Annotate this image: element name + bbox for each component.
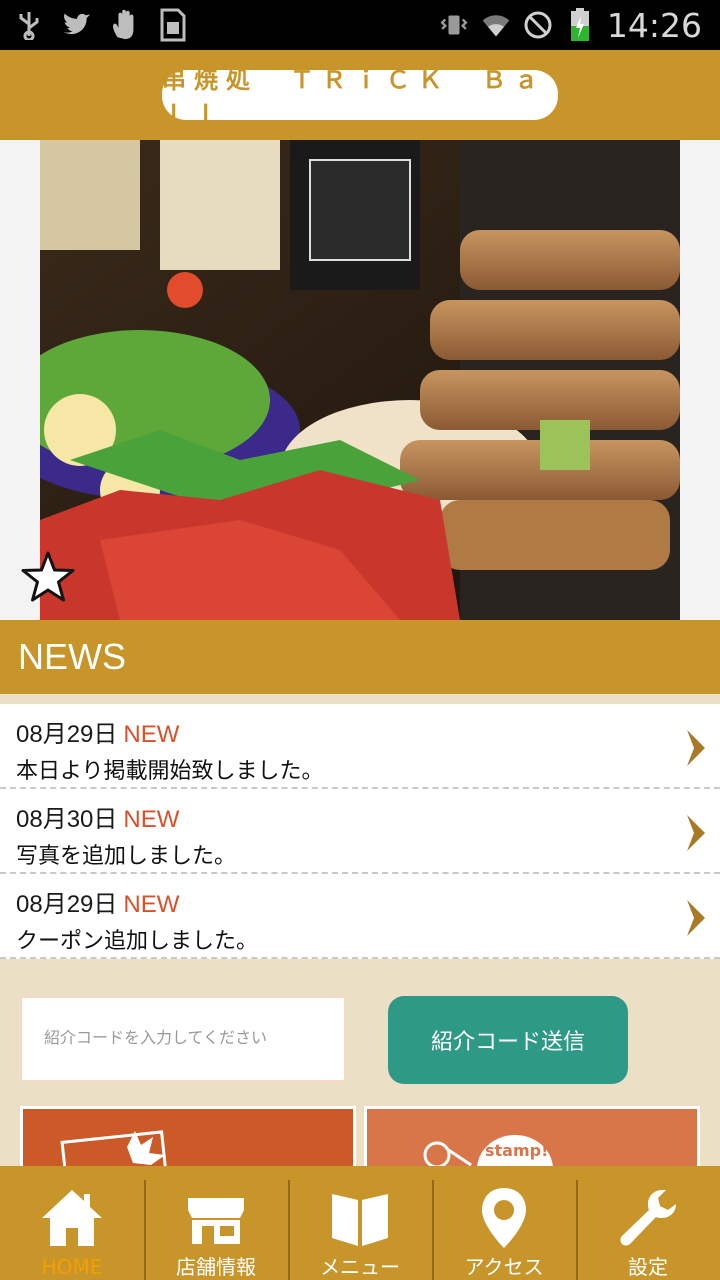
dnd-icon	[523, 10, 553, 40]
news-text: 本日より掲載開始致しました。	[16, 759, 324, 784]
chevron-right-icon	[687, 900, 705, 936]
news-item[interactable]: 08月29日 NEW クーポン追加しました。	[0, 874, 720, 959]
usb-icon	[14, 10, 44, 40]
chevron-right-icon	[687, 730, 705, 766]
nav-access[interactable]: アクセス	[432, 1166, 576, 1280]
nav-settings[interactable]: 設定	[576, 1166, 720, 1280]
new-badge: NEW	[123, 721, 180, 748]
news-date: 08月30日	[16, 806, 118, 833]
shop-title: 串焼処 ＴＲｉＣＫ Ｂａｌｌ	[162, 66, 546, 129]
shop-icon	[188, 1198, 244, 1244]
hand-icon	[110, 9, 140, 40]
vibrate-icon	[439, 10, 469, 40]
clock: 14:26	[606, 5, 702, 45]
new-badge: NEW	[123, 806, 180, 833]
home-icon	[42, 1190, 102, 1246]
news-text: 写真を追加しました。	[16, 844, 237, 869]
send-referral-button[interactable]: 紹介コード送信	[388, 996, 628, 1084]
nav-menu[interactable]: メニュー	[288, 1166, 432, 1280]
news-list: 08月29日 NEW 本日より掲載開始致しました。 08月30日 NEW 写真を追加…	[0, 704, 720, 959]
star-icon[interactable]	[20, 550, 76, 606]
news-item[interactable]: 08月30日 NEW 写真を追加しました。	[0, 789, 720, 874]
hero-image[interactable]	[40, 140, 680, 620]
battery-charging-icon	[565, 8, 595, 41]
nav-shop-info[interactable]: 店舗情報	[144, 1166, 288, 1280]
news-date: 08月29日	[16, 721, 118, 748]
news-date: 08月29日	[16, 891, 118, 918]
sim-icon	[158, 8, 188, 42]
news-heading: NEWS	[0, 620, 720, 694]
news-text: クーポン追加しました。	[16, 929, 259, 954]
nav-menu-label: メニュー	[320, 1255, 400, 1279]
new-badge: NEW	[123, 891, 180, 918]
hero-side-left	[0, 140, 40, 620]
status-bar: 14:26	[0, 0, 720, 50]
nav-home-label: HOME	[41, 1255, 103, 1279]
bottom-nav: HOME 店舗情報 メニュー アクセス 設定	[0, 1166, 720, 1280]
chevron-right-icon	[687, 815, 705, 851]
nav-shop-info-label: 店舗情報	[176, 1255, 256, 1279]
wrench-icon	[620, 1190, 676, 1246]
hero-side-right	[680, 140, 720, 620]
wifi-icon	[481, 10, 511, 40]
location-pin-icon	[482, 1188, 526, 1248]
app-header: 串焼処 ＴＲｉＣＫ Ｂａｌｌ	[0, 50, 720, 140]
news-item[interactable]: 08月29日 NEW 本日より掲載開始致しました。	[0, 704, 720, 789]
book-icon	[332, 1194, 388, 1246]
nav-home[interactable]: HOME	[0, 1166, 144, 1280]
referral-code-input[interactable]: 紹介コードを入力してください	[20, 996, 346, 1082]
twitter-icon	[62, 10, 92, 40]
shop-title-pill: 串焼処 ＴＲｉＣＫ Ｂａｌｌ	[162, 66, 558, 129]
nav-settings-label: 設定	[628, 1255, 668, 1279]
nav-access-label: アクセス	[464, 1255, 544, 1279]
stamp-label: stamp!	[485, 1141, 549, 1160]
